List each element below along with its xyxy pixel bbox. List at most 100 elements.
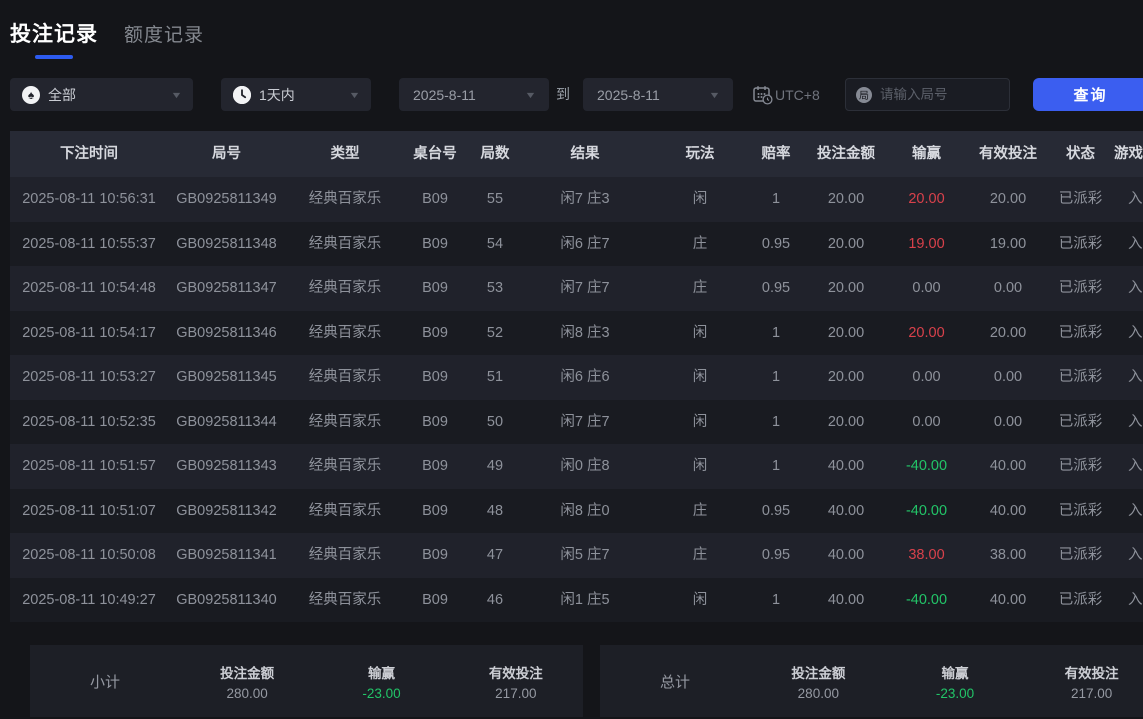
table-row: 2025-08-11 10:53:27GB0925811345经典百家乐B095… — [10, 355, 1143, 400]
cell-result: 闲6 庄7 — [525, 222, 645, 267]
total-title: 总计 — [600, 671, 750, 692]
cell-valid: 0.00 — [958, 266, 1058, 311]
round-icon: 局 — [856, 87, 872, 103]
cell-result: 闲5 庄7 — [525, 533, 645, 578]
cell-play: 闲 — [645, 177, 755, 222]
date-to-label: 到 — [556, 78, 570, 111]
chevron-down-icon: ▼ — [524, 90, 536, 100]
tab-quota-records-label: 额度记录 — [124, 18, 204, 47]
cell-round_no: 54 — [465, 222, 525, 267]
cell-odds: 0.95 — [755, 266, 797, 311]
round-number-field[interactable]: 局 — [845, 78, 1010, 111]
table-header-row: 下注时间局号类型桌台号局数结果玩法赔率投注金额输赢有效投注状态游戏 — [10, 131, 1143, 177]
total-win: 输赢 -23.00 — [887, 662, 1024, 701]
header-win: 输赢 — [895, 131, 958, 177]
cell-round_id: GB0925811341 — [168, 533, 285, 578]
cell-type: 经典百家乐 — [285, 489, 405, 534]
tab-bet-records[interactable]: 投注记录 — [10, 18, 98, 59]
header-table_no: 桌台号 — [405, 131, 465, 177]
header-round_no: 局数 — [465, 131, 525, 177]
cell-table_no: B09 — [405, 222, 465, 267]
cell-game: 入局 — [1103, 533, 1143, 578]
cell-valid: 19.00 — [958, 222, 1058, 267]
bet-records-table: 下注时间局号类型桌台号局数结果玩法赔率投注金额输赢有效投注状态游戏 2025-0… — [10, 131, 1143, 622]
time-range-dropdown[interactable]: 1天内 ▼ — [221, 78, 371, 111]
cell-round_id: GB0925811344 — [168, 400, 285, 445]
cell-type: 经典百家乐 — [285, 311, 405, 356]
cell-result: 闲1 庄5 — [525, 578, 645, 623]
tab-bet-records-label: 投注记录 — [10, 18, 98, 48]
tab-quota-records[interactable]: 额度记录 — [124, 18, 204, 47]
cell-table_no: B09 — [405, 266, 465, 311]
cell-time: 2025-08-11 10:50:08 — [10, 533, 168, 578]
game-type-dropdown[interactable]: ♠ 全部 ▼ — [10, 78, 193, 111]
cell-type: 经典百家乐 — [285, 400, 405, 445]
cell-round_id: GB0925811340 — [168, 578, 285, 623]
cell-game: 入局 — [1103, 177, 1143, 222]
subtotal-valid: 有效投注 217.00 — [449, 662, 583, 701]
cell-status: 已派彩 — [1058, 400, 1103, 445]
cell-round_id: GB0925811343 — [168, 444, 285, 489]
header-game: 游戏 — [1103, 131, 1143, 177]
cell-table_no: B09 — [405, 489, 465, 534]
total-valid: 有效投注 217.00 — [1023, 662, 1143, 701]
top-tabs: 投注记录 额度记录 — [10, 18, 204, 59]
table-row: 2025-08-11 10:56:31GB0925811349经典百家乐B095… — [10, 177, 1143, 222]
cell-play: 庄 — [645, 489, 755, 534]
cell-round_no: 46 — [465, 578, 525, 623]
header-type: 类型 — [285, 131, 405, 177]
cell-type: 经典百家乐 — [285, 444, 405, 489]
cell-round_no: 47 — [465, 533, 525, 578]
cell-game: 入局 — [1103, 489, 1143, 534]
cell-bet: 40.00 — [797, 578, 895, 623]
date-to-dropdown[interactable]: 2025-8-11 ▼ — [583, 78, 733, 111]
cell-win: 19.00 — [895, 222, 958, 267]
round-number-input[interactable] — [880, 87, 998, 102]
cell-game: 入局 — [1103, 266, 1143, 311]
search-button[interactable]: 查询 — [1033, 78, 1143, 111]
cell-type: 经典百家乐 — [285, 222, 405, 267]
cell-status: 已派彩 — [1058, 444, 1103, 489]
header-time: 下注时间 — [10, 131, 168, 177]
cell-table_no: B09 — [405, 177, 465, 222]
cell-win: 20.00 — [895, 177, 958, 222]
cell-round_no: 50 — [465, 400, 525, 445]
cell-game: 入局 — [1103, 400, 1143, 445]
cell-bet: 20.00 — [797, 177, 895, 222]
chevron-down-icon: ▼ — [348, 90, 360, 100]
cell-odds: 0.95 — [755, 489, 797, 534]
table-row: 2025-08-11 10:49:27GB0925811340经典百家乐B094… — [10, 578, 1143, 623]
table-row: 2025-08-11 10:51:07GB0925811342经典百家乐B094… — [10, 489, 1143, 534]
cell-status: 已派彩 — [1058, 355, 1103, 400]
cell-round_no: 52 — [465, 311, 525, 356]
table-row: 2025-08-11 10:51:57GB0925811343经典百家乐B094… — [10, 444, 1143, 489]
cell-round_no: 55 — [465, 177, 525, 222]
active-tab-underline — [35, 55, 73, 59]
cell-round_no: 48 — [465, 489, 525, 534]
cell-game: 入局 — [1103, 222, 1143, 267]
cell-odds: 0.95 — [755, 533, 797, 578]
cell-win: -40.00 — [895, 578, 958, 623]
cell-round_no: 51 — [465, 355, 525, 400]
cell-round_id: GB0925811342 — [168, 489, 285, 534]
cell-play: 庄 — [645, 222, 755, 267]
cell-result: 闲7 庄7 — [525, 400, 645, 445]
cell-valid: 40.00 — [958, 444, 1058, 489]
cell-type: 经典百家乐 — [285, 266, 405, 311]
cell-bet: 20.00 — [797, 266, 895, 311]
cell-win: 38.00 — [895, 533, 958, 578]
cell-play: 庄 — [645, 533, 755, 578]
bet-records-page: 投注记录 额度记录 ♠ 全部 ▼ 1天内 ▼ 2025-8-11 ▼ 到 202… — [0, 0, 1143, 719]
spade-icon: ♠ — [22, 86, 40, 104]
cell-odds: 1 — [755, 177, 797, 222]
cell-time: 2025-08-11 10:53:27 — [10, 355, 168, 400]
time-range-value: 1天内 — [259, 85, 295, 105]
cell-odds: 0.95 — [755, 222, 797, 267]
cell-result: 闲7 庄3 — [525, 177, 645, 222]
cell-status: 已派彩 — [1058, 311, 1103, 356]
cell-odds: 1 — [755, 400, 797, 445]
date-from-dropdown[interactable]: 2025-8-11 ▼ — [399, 78, 549, 111]
cell-time: 2025-08-11 10:52:35 — [10, 400, 168, 445]
date-from-value: 2025-8-11 — [413, 87, 476, 103]
header-round_id: 局号 — [168, 131, 285, 177]
